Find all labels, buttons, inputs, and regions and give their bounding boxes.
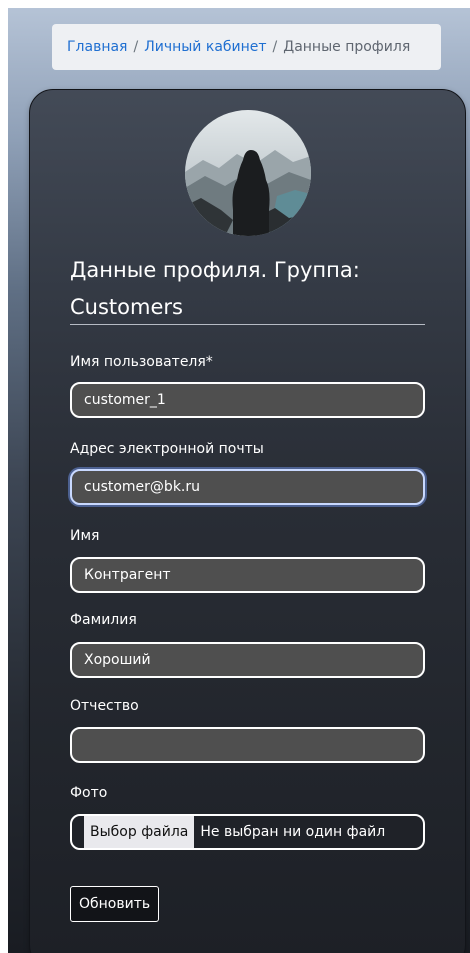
avatar <box>185 110 311 236</box>
patronymic-label: Отчество <box>70 698 139 714</box>
patronymic-input[interactable] <box>70 727 425 763</box>
photo-label: Фото <box>70 785 108 801</box>
profile-photo-icon <box>185 110 311 236</box>
email-input[interactable] <box>70 469 425 505</box>
first-name-input[interactable] <box>70 557 425 593</box>
breadcrumb-separator: / <box>133 39 139 55</box>
profile-card: Данные профиля. Группа: Customers Имя по… <box>29 89 466 953</box>
username-label: Имя пользователя* <box>70 354 213 370</box>
breadcrumb-separator: / <box>272 39 278 55</box>
breadcrumb: Главная / Личный кабинет / Данные профил… <box>52 24 441 70</box>
email-label: Адрес электронной почты <box>70 441 264 457</box>
breadcrumb-account-link[interactable]: Личный кабинет <box>144 39 266 55</box>
page-background: Главная / Личный кабинет / Данные профил… <box>8 8 470 953</box>
file-status-text: Не выбран ни один файл <box>200 824 386 840</box>
breadcrumb-current: Данные профиля <box>283 39 411 55</box>
username-input[interactable] <box>70 382 425 418</box>
page-title: Данные профиля. Группа: Customers <box>70 258 360 319</box>
update-button[interactable]: Обновить <box>70 886 160 922</box>
last-name-input[interactable] <box>70 642 425 678</box>
choose-file-button[interactable]: Выбор файла <box>84 816 195 848</box>
title-divider <box>70 324 425 325</box>
photo-file-input[interactable]: Выбор файла Не выбран ни один файл <box>70 814 425 850</box>
last-name-label: Фамилия <box>70 612 137 628</box>
breadcrumb-home-link[interactable]: Главная <box>67 39 127 55</box>
first-name-label: Имя <box>70 528 100 544</box>
